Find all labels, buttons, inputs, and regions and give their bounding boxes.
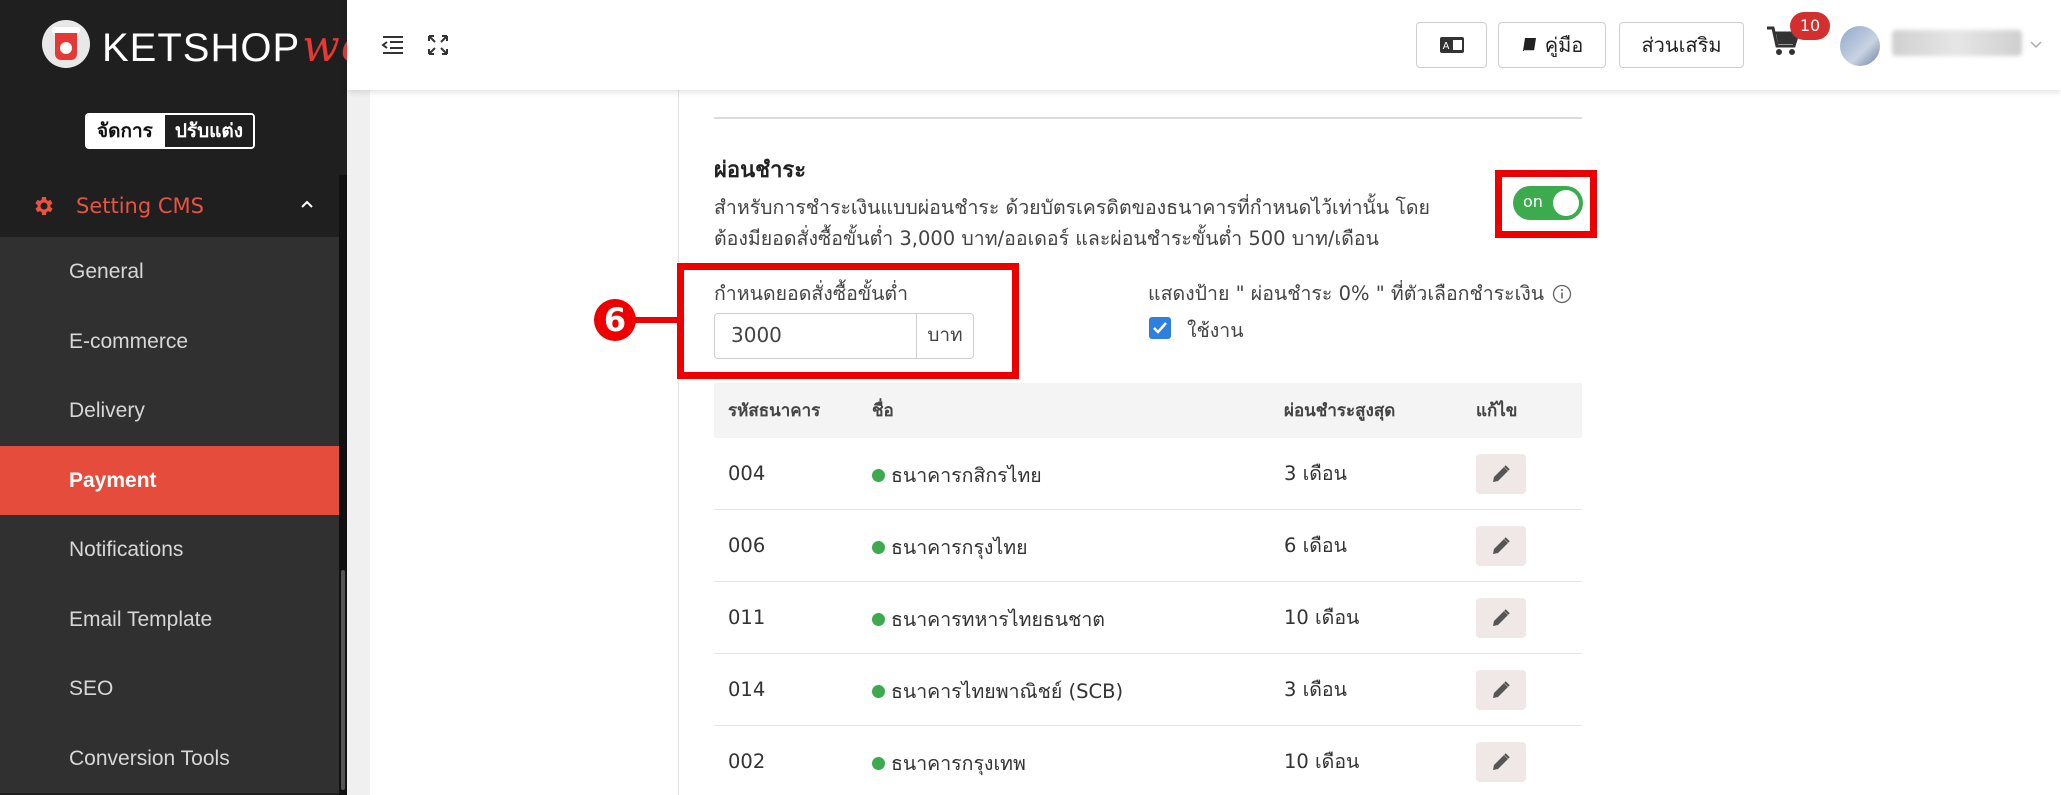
bank-code: 006 bbox=[728, 534, 766, 557]
status-dot bbox=[872, 541, 885, 554]
mode-switch: จัดการ ปรับแต่ง bbox=[85, 113, 256, 149]
divider bbox=[714, 117, 1582, 119]
chevron-down-icon[interactable] bbox=[2030, 38, 2042, 50]
currency-addon: บาท bbox=[916, 313, 974, 359]
table-row: 011 ธนาคารทหารไทยธนชาต 10 เดือน bbox=[714, 582, 1582, 654]
sidebar-item-seo[interactable]: SEO bbox=[0, 654, 339, 724]
max-installment: 3 เดือน bbox=[1284, 462, 1347, 485]
menu-setting-cms[interactable]: Setting CMS bbox=[0, 175, 339, 237]
book-icon bbox=[1522, 38, 1536, 52]
sidebar-item-general[interactable]: General bbox=[0, 237, 339, 307]
cup-logo-icon bbox=[42, 20, 90, 72]
bank-name: ธนาคารกรุงเทพ bbox=[891, 752, 1026, 775]
edit-button[interactable] bbox=[1476, 525, 1526, 566]
sidebar-item-ecommerce[interactable]: E-commerce bbox=[0, 307, 339, 377]
brand-logo[interactable]: KETSHOPweb bbox=[42, 18, 397, 74]
edit-button[interactable] bbox=[1476, 597, 1526, 638]
checkmark-icon bbox=[1153, 322, 1167, 334]
installment-description-line1: สำหรับการชำระเงินแบบผ่อนชำระ ด้วยบัตรเคร… bbox=[714, 196, 1430, 219]
header-max-installment: ผ่อนชำระสูงสุด bbox=[1284, 401, 1396, 421]
callout-line bbox=[630, 317, 678, 323]
max-installment: 3 เดือน bbox=[1284, 678, 1347, 701]
info-icon[interactable] bbox=[1552, 284, 1572, 304]
min-order-label: กำหนดยอดสั่งซื้อขั้นต่ำ bbox=[714, 282, 909, 305]
edit-button[interactable] bbox=[1476, 741, 1526, 782]
avatar[interactable] bbox=[1840, 26, 1880, 66]
use-checkbox[interactable] bbox=[1149, 317, 1171, 339]
installment-description-line2: ต้องมียอดสั่งซื้อขั้นต่ำ 3,000 บาท/ออเดอ… bbox=[714, 227, 1379, 250]
sidebar-item-payment[interactable]: Payment bbox=[0, 445, 339, 515]
installment-toggle[interactable]: on bbox=[1513, 186, 1583, 220]
bank-name: ธนาคารทหารไทยธนชาต bbox=[891, 608, 1105, 631]
pencil-icon bbox=[1493, 536, 1510, 554]
brand-name: KETSHOP bbox=[102, 25, 301, 70]
fullscreen-icon[interactable] bbox=[425, 32, 451, 58]
gear-icon bbox=[35, 197, 53, 215]
bank-name: ธนาคารกรุงไทย bbox=[891, 536, 1028, 559]
bank-code: 014 bbox=[728, 678, 766, 701]
bank-table: รหัสธนาคาร ชื่อ ผ่อนชำระสูงสุด แก้ไข 004… bbox=[714, 383, 1582, 795]
submenu: General E-commerce Delivery Payment Noti… bbox=[0, 237, 339, 793]
use-label: ใช้งาน bbox=[1187, 319, 1244, 342]
status-dot bbox=[872, 469, 885, 482]
table-header: รหัสธนาคาร ชื่อ ผ่อนชำระสูงสุด แก้ไข bbox=[714, 383, 1582, 438]
table-row: 004 ธนาคารกสิกรไทย 3 เดือน bbox=[714, 438, 1582, 510]
edit-button[interactable] bbox=[1476, 453, 1526, 494]
toggle-label: on bbox=[1523, 192, 1543, 211]
toggle-knob bbox=[1553, 190, 1579, 216]
sidebar-item-notifications[interactable]: Notifications bbox=[0, 515, 339, 585]
addons-label: ส่วนเสริม bbox=[1641, 33, 1722, 57]
table-row: 014 ธนาคารไทยพาณิชย์ (SCB) 3 เดือน bbox=[714, 654, 1582, 726]
table-row: 006 ธนาคารกรุงไทย 6 เดือน bbox=[714, 510, 1582, 582]
header-name: ชื่อ bbox=[872, 401, 894, 421]
min-order-input[interactable]: 3000 bbox=[714, 313, 918, 359]
edit-button[interactable] bbox=[1476, 669, 1526, 710]
translate-icon: A bbox=[1439, 37, 1464, 53]
installment-description: สำหรับการชำระเงินแบบผ่อนชำระ ด้วยบัตรเคร… bbox=[714, 192, 1434, 254]
badge-option: แสดงป้าย " ผ่อนชำระ 0% " ที่ตัวเลือกชำระ… bbox=[1148, 278, 1572, 309]
pencil-icon bbox=[1493, 464, 1510, 482]
pencil-icon bbox=[1493, 752, 1510, 770]
badge-label: แสดงป้าย " ผ่อนชำระ 0% " ที่ตัวเลือกชำระ… bbox=[1148, 282, 1545, 305]
table-row: 002 ธนาคารกรุงเทพ 10 เดือน bbox=[714, 726, 1582, 795]
bank-name: ธนาคารไทยพาณิชย์ (SCB) bbox=[891, 680, 1124, 703]
bank-name: ธนาคารกสิกรไทย bbox=[891, 464, 1042, 487]
status-dot bbox=[872, 685, 885, 698]
cart-count-badge: 10 bbox=[1790, 12, 1830, 40]
manual-label: คู่มือ bbox=[1544, 33, 1584, 57]
max-installment: 6 เดือน bbox=[1284, 534, 1347, 557]
status-dot bbox=[872, 757, 885, 770]
sidebar-item-email-template[interactable]: Email Template bbox=[0, 585, 339, 655]
username-blurred[interactable] bbox=[1892, 30, 2022, 56]
sidebar-item-conversion-tools[interactable]: Conversion Tools bbox=[0, 724, 339, 794]
mode-manage-button[interactable]: จัดการ bbox=[87, 115, 163, 147]
sidebar-scrollbar[interactable] bbox=[339, 175, 347, 795]
callout-number: 6 bbox=[594, 299, 636, 341]
manual-button[interactable]: คู่มือ bbox=[1498, 22, 1606, 68]
sidebar-item-delivery[interactable]: Delivery bbox=[0, 376, 339, 446]
status-dot bbox=[872, 613, 885, 626]
installment-title: ผ่อนชำระ bbox=[714, 158, 807, 183]
translate-button[interactable]: A bbox=[1416, 22, 1487, 68]
max-installment: 10 เดือน bbox=[1284, 606, 1360, 629]
pencil-icon bbox=[1493, 680, 1510, 698]
pencil-icon bbox=[1493, 608, 1510, 626]
addons-button[interactable]: ส่วนเสริม bbox=[1619, 22, 1744, 68]
svg-text:A: A bbox=[1442, 41, 1449, 52]
header-bank-code: รหัสธนาคาร bbox=[728, 401, 821, 421]
bank-code: 011 bbox=[728, 606, 766, 629]
scrollbar-thumb[interactable] bbox=[341, 570, 345, 790]
mode-customize-button[interactable]: ปรับแต่ง bbox=[162, 115, 254, 147]
header-edit: แก้ไข bbox=[1476, 401, 1518, 421]
menu-setting-cms-label: Setting CMS bbox=[76, 194, 204, 218]
sidebar: KETSHOPweb จัดการ ปรับแต่ง Setting CMS G… bbox=[0, 0, 396, 795]
chevron-up-icon bbox=[301, 200, 313, 208]
max-installment: 10 เดือน bbox=[1284, 750, 1360, 773]
bank-code: 004 bbox=[728, 462, 766, 485]
bank-code: 002 bbox=[728, 750, 766, 773]
collapse-sidebar-icon[interactable] bbox=[380, 32, 406, 58]
